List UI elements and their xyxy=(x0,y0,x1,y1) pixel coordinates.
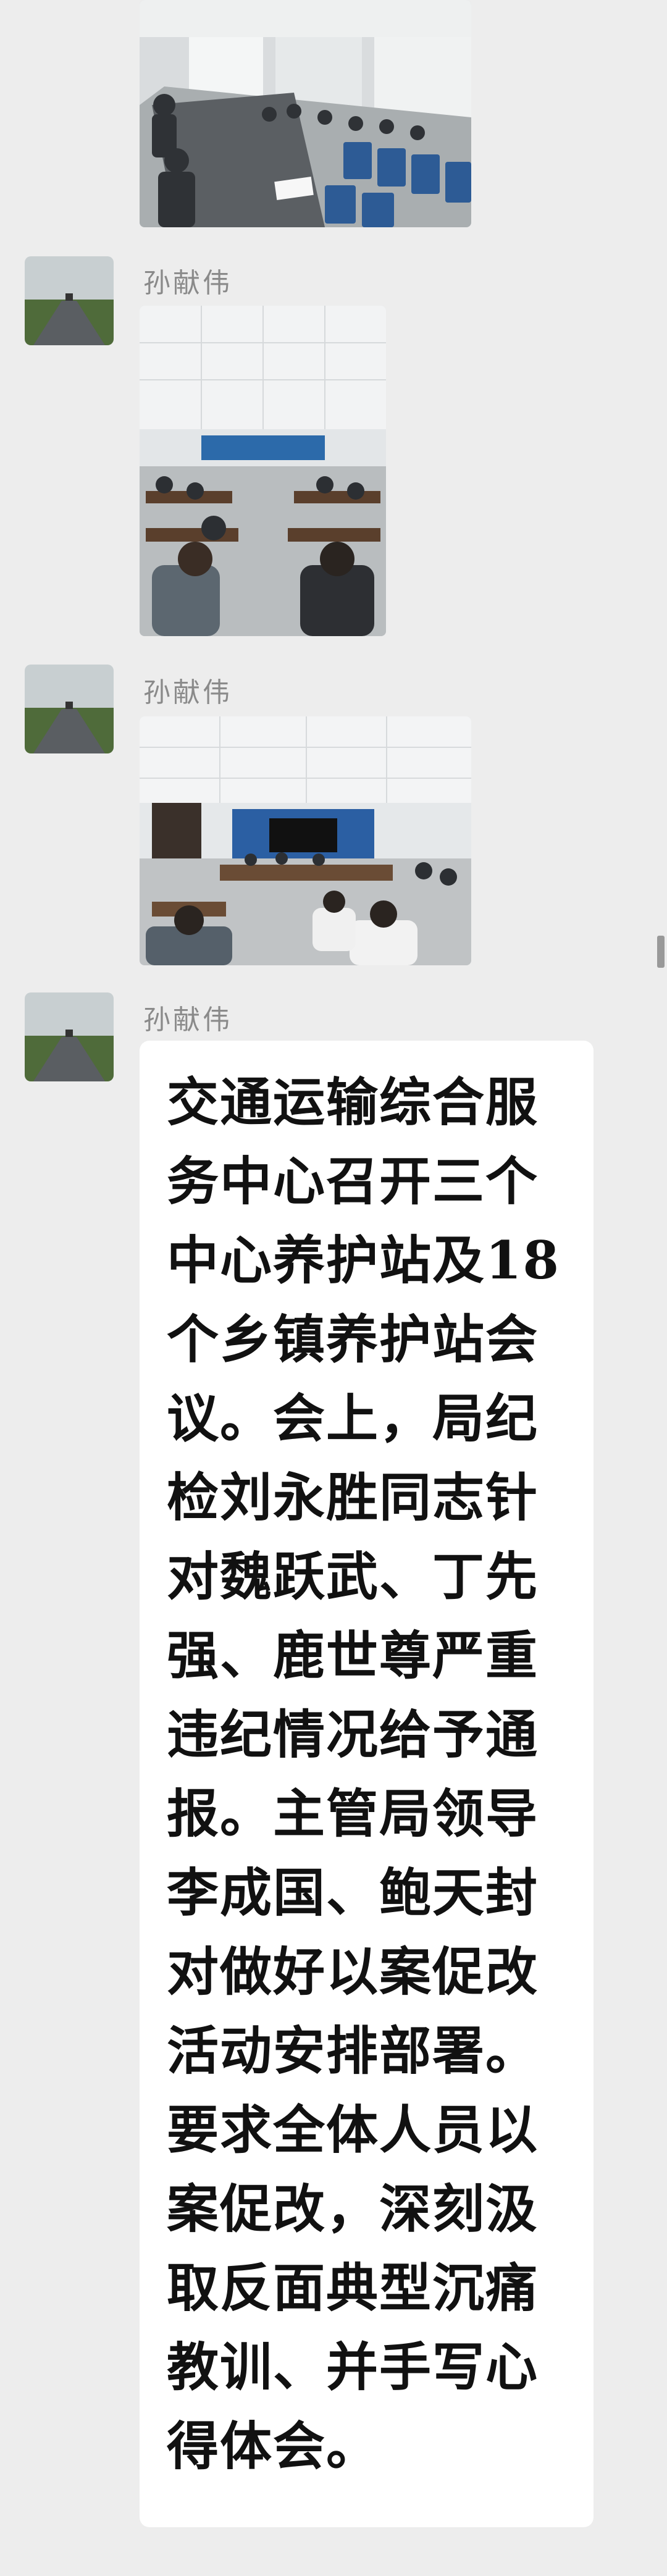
sender-avatar[interactable] xyxy=(25,256,114,345)
chat-image-2[interactable] xyxy=(140,306,386,636)
chat-image-3[interactable] xyxy=(140,716,471,965)
message-bubble[interactable]: 交通运输综合服务中心召开三个中心养护站及18个乡镇养护站会议。会上，局纪检刘永胜… xyxy=(140,1041,594,2527)
meeting-room-photo xyxy=(140,716,471,965)
sender-name: 孙献伟 xyxy=(143,1004,232,1036)
sender-avatar[interactable] xyxy=(25,992,114,1081)
sender-avatar[interactable] xyxy=(25,665,114,753)
message-text: 交通运输综合服务中心召开三个中心养护站及18个乡镇养护站会议。会上，局纪检刘永胜… xyxy=(167,1072,560,2477)
meeting-room-photo xyxy=(140,306,386,636)
sender-name: 孙献伟 xyxy=(143,677,232,708)
chat-image-1[interactable] xyxy=(140,0,471,227)
road-landscape-avatar-icon xyxy=(25,256,114,345)
scroll-indicator[interactable] xyxy=(657,936,665,968)
road-landscape-avatar-icon xyxy=(25,665,114,753)
road-landscape-avatar-icon xyxy=(25,992,114,1081)
sender-name: 孙献伟 xyxy=(143,267,232,299)
meeting-room-photo xyxy=(140,0,471,227)
